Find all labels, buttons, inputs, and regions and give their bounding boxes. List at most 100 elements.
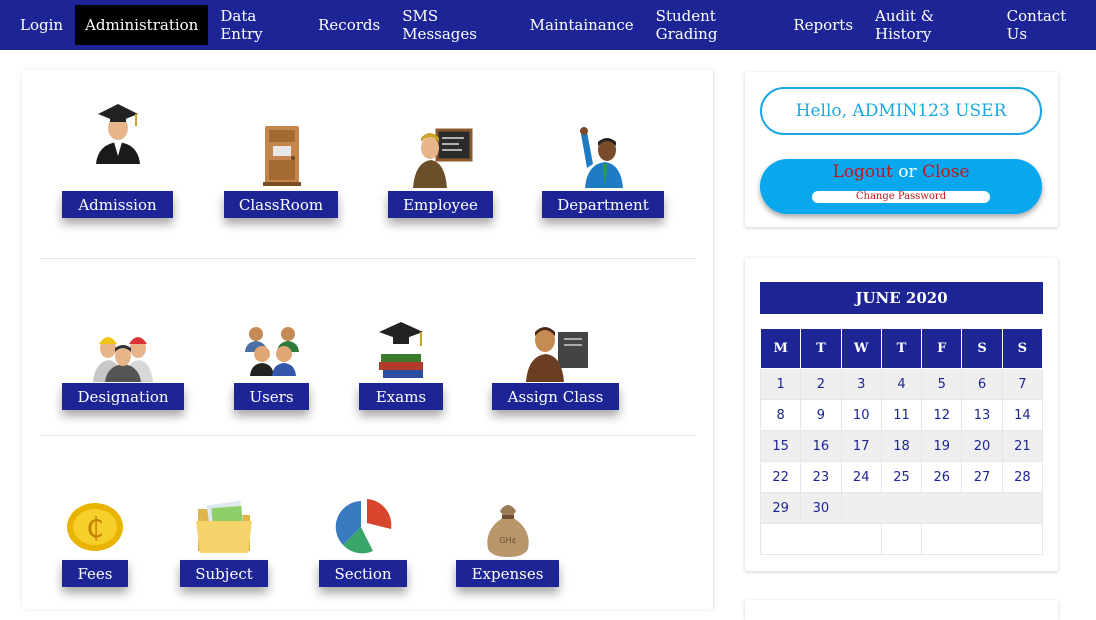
nav-audit-history[interactable]: Audit & History <box>865 5 995 45</box>
employee-tile[interactable]: Employee <box>388 100 493 220</box>
exams-tile[interactable]: Exams <box>359 318 443 418</box>
classroom-button[interactable]: ClassRoom <box>224 191 338 218</box>
calendar-day[interactable]: 15 <box>759 430 802 462</box>
subject-button[interactable]: Subject <box>180 560 268 587</box>
calendar-day[interactable]: 27 <box>961 461 1003 493</box>
designation-tile[interactable]: Designation <box>62 318 184 418</box>
designation-button[interactable]: Designation <box>62 383 184 410</box>
calendar-day[interactable]: 16 <box>800 430 842 462</box>
teacher-chalkboard-icon <box>412 128 472 188</box>
calendar-day[interactable]: 3 <box>840 368 882 400</box>
calendar-day[interactable]: 21 <box>1001 430 1044 462</box>
section-button[interactable]: Section <box>319 560 407 587</box>
money-bag-icon: GH¢ <box>486 505 529 557</box>
expenses-button[interactable]: Expenses <box>456 560 559 587</box>
calendar-week: 22 23 24 25 26 27 28 <box>759 461 1044 493</box>
calendar-day[interactable]: 13 <box>961 399 1003 431</box>
module-panel: Admission ClassRoom Employee Department … <box>22 70 714 609</box>
coin-icon: ₵ <box>67 503 123 551</box>
admission-button[interactable]: Admission <box>62 191 173 218</box>
divider <box>40 435 696 436</box>
admission-tile[interactable]: Admission <box>62 100 173 220</box>
calendar-day[interactable]: 26 <box>921 461 963 493</box>
employee-button[interactable]: Employee <box>388 191 493 218</box>
nav-contact-us[interactable]: Contact Us <box>997 5 1094 45</box>
exams-button[interactable]: Exams <box>359 383 443 410</box>
calendar-day[interactable]: 29 <box>759 492 802 524</box>
calendar-day[interactable]: 30 <box>800 492 842 524</box>
weekday-header: T <box>800 328 842 369</box>
weekday-header: T <box>880 328 923 369</box>
expenses-tile[interactable]: GH¢ Expenses <box>456 495 559 590</box>
calendar-day[interactable]: 1 <box>759 368 802 400</box>
calendar-week: 29 30 <box>759 492 1044 524</box>
calendar-grid: M T W T F S S 1 2 3 4 5 6 7 8 9 10 11 12… <box>759 328 1044 555</box>
subject-tile[interactable]: Subject <box>180 495 268 590</box>
calendar-day[interactable]: 22 <box>759 461 802 493</box>
calendar-day[interactable]: 23 <box>800 461 842 493</box>
folder-icon <box>196 500 252 553</box>
nav-sms-messages[interactable]: SMS Messages <box>392 5 517 45</box>
calendar-day[interactable]: 2 <box>800 368 842 400</box>
calendar-day[interactable]: 8 <box>759 399 802 431</box>
nav-student-grading[interactable]: Student Grading <box>646 5 782 45</box>
users-button[interactable]: Users <box>234 383 309 410</box>
calendar: JUNE 2020 M T W T F S S 1 2 3 4 5 6 7 8 <box>759 282 1044 555</box>
calendar-day[interactable]: 20 <box>961 430 1003 462</box>
calendar-day[interactable]: 5 <box>921 368 963 400</box>
calendar-day[interactable]: 7 <box>1001 368 1044 400</box>
fees-tile[interactable]: ₵ Fees <box>62 495 128 590</box>
calendar-day[interactable]: 6 <box>961 368 1003 400</box>
calendar-day[interactable]: 12 <box>921 399 963 431</box>
session-links: Logout or Close <box>760 162 1042 182</box>
calendar-empty <box>921 523 1043 555</box>
calendar-day[interactable]: 14 <box>1001 399 1044 431</box>
calendar-panel: JUNE 2020 M T W T F S S 1 2 3 4 5 6 7 8 <box>745 258 1058 571</box>
nav-records[interactable]: Records <box>308 5 390 45</box>
calendar-day[interactable]: 24 <box>840 461 882 493</box>
nav-login[interactable]: Login <box>10 5 73 45</box>
person-desk-icon <box>525 327 588 382</box>
users-tile[interactable]: Users <box>234 318 309 418</box>
nav-administration[interactable]: Administration <box>75 5 209 45</box>
greeting: Hello, ADMIN123 USER <box>760 87 1042 135</box>
weekday-header: W <box>840 328 882 369</box>
calendar-week: 15 16 17 18 19 20 21 <box>759 430 1044 462</box>
calendar-day[interactable]: 11 <box>880 399 923 431</box>
calendar-day[interactable]: 28 <box>1001 461 1044 493</box>
pie-chart-icon <box>335 499 392 554</box>
logout-link[interactable]: Logout <box>832 162 892 182</box>
svg-text:GH¢: GH¢ <box>499 536 516 545</box>
workers-group-icon <box>93 337 153 382</box>
calendar-week <box>760 523 1043 555</box>
fees-button[interactable]: Fees <box>62 560 128 587</box>
nav-reports[interactable]: Reports <box>783 5 863 45</box>
nav-maintainance[interactable]: Maintainance <box>520 5 644 45</box>
weekday-header: S <box>961 328 1003 369</box>
calendar-empty <box>880 523 923 555</box>
divider <box>40 258 696 259</box>
classroom-door-icon <box>263 126 301 186</box>
nav-data-entry[interactable]: Data Entry <box>210 5 306 45</box>
classroom-tile[interactable]: ClassRoom <box>224 100 338 220</box>
calendar-week: 1 2 3 4 5 6 7 <box>759 368 1044 400</box>
calendar-day[interactable]: 19 <box>921 430 963 462</box>
assign-class-tile[interactable]: Assign Class <box>492 318 619 418</box>
session-controls: Logout or Close Change Password <box>760 159 1042 214</box>
calendar-week: 8 9 10 11 12 13 14 <box>759 399 1044 431</box>
calendar-month: JUNE 2020 <box>760 282 1043 314</box>
change-password-link[interactable]: Change Password <box>812 191 990 203</box>
calendar-day[interactable]: 17 <box>840 430 882 462</box>
section-tile[interactable]: Section <box>319 495 407 590</box>
department-tile[interactable]: Department <box>542 100 664 220</box>
calendar-day[interactable]: 4 <box>880 368 923 400</box>
calendar-day[interactable]: 10 <box>840 399 882 431</box>
close-link[interactable]: Close <box>922 162 969 182</box>
calendar-day[interactable]: 18 <box>880 430 923 462</box>
calendar-day[interactable]: 25 <box>880 461 923 493</box>
assign-class-button[interactable]: Assign Class <box>492 383 619 410</box>
weekday-header: F <box>921 328 963 369</box>
calendar-day[interactable]: 9 <box>800 399 842 431</box>
department-button[interactable]: Department <box>542 191 664 218</box>
calendar-empty <box>760 523 882 555</box>
